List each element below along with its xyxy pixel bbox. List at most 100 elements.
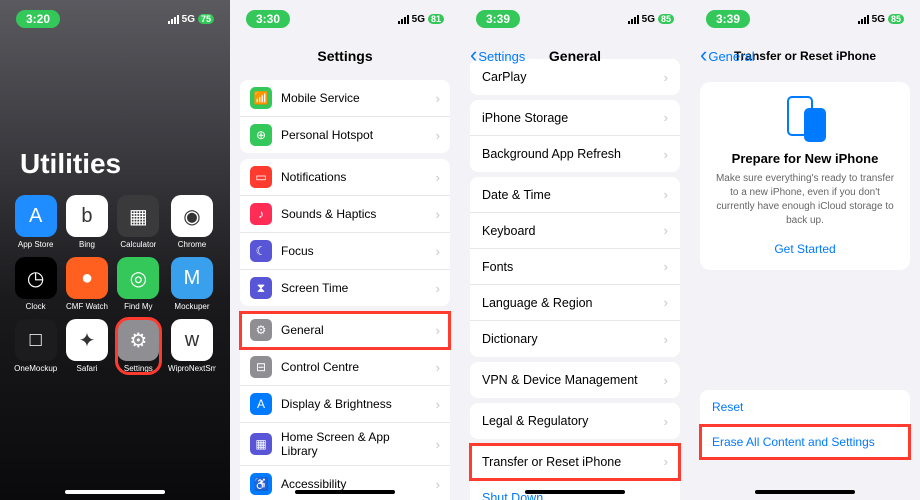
app-label: CMF Watch bbox=[66, 302, 108, 311]
chevron-right-icon: › bbox=[436, 477, 440, 492]
settings-row-focus[interactable]: ☾Focus› bbox=[240, 233, 450, 270]
app-label: Chrome bbox=[178, 240, 206, 249]
app-onemockup[interactable]: □OneMockup bbox=[14, 319, 57, 373]
general-row-transfer-or-reset-iphone[interactable]: Transfer or Reset iPhone› bbox=[470, 444, 680, 480]
row-label: Notifications bbox=[281, 170, 427, 184]
general-row-carplay[interactable]: CarPlay› bbox=[470, 59, 680, 95]
status-time: 3:39 bbox=[706, 10, 750, 28]
chevron-right-icon: › bbox=[436, 170, 440, 185]
settings-row-personal-hotspot[interactable]: ⊕Personal Hotspot› bbox=[240, 117, 450, 153]
row-icon: ⊕ bbox=[250, 124, 272, 146]
chevron-right-icon: › bbox=[664, 454, 668, 469]
status-time: 3:30 bbox=[246, 10, 290, 28]
row-label: Erase All Content and Settings bbox=[712, 435, 898, 449]
app-chrome[interactable]: ◉Chrome bbox=[168, 195, 216, 249]
app-find-my[interactable]: ◎Find My bbox=[117, 257, 160, 311]
settings-row-sounds-haptics[interactable]: ♪Sounds & Haptics› bbox=[240, 196, 450, 233]
row-label: Reset bbox=[712, 400, 898, 414]
general-row-iphone-storage[interactable]: iPhone Storage › bbox=[470, 100, 680, 136]
row-icon: ⚙ bbox=[250, 319, 272, 341]
app-safari[interactable]: ✦Safari bbox=[65, 319, 108, 373]
status-time: 3:20 bbox=[16, 10, 60, 28]
row-label: Accessibility bbox=[281, 477, 427, 491]
chevron-right-icon: › bbox=[664, 373, 668, 388]
nav-bar: Settings bbox=[230, 38, 460, 74]
chevron-right-icon: › bbox=[436, 207, 440, 222]
settings-row-mobile-service[interactable]: 📶Mobile Service› bbox=[240, 80, 450, 117]
settings-row-screen-time[interactable]: ⧗Screen Time› bbox=[240, 270, 450, 306]
app-label: Clock bbox=[26, 302, 46, 311]
action-reset[interactable]: Reset bbox=[700, 390, 910, 425]
status-right: 5G 81 bbox=[398, 14, 444, 25]
settings-row-general[interactable]: ⚙ General › bbox=[240, 312, 450, 349]
row-label: General bbox=[281, 323, 427, 337]
general-row-dictionary[interactable]: Dictionary› bbox=[470, 321, 680, 357]
battery-icon: 85 bbox=[888, 14, 904, 24]
status-time: 3:39 bbox=[476, 10, 520, 28]
home-indicator[interactable] bbox=[755, 490, 855, 494]
general-row-date-time[interactable]: Date & Time› bbox=[470, 177, 680, 213]
app-label: Settings bbox=[124, 364, 153, 373]
row-label: Screen Time bbox=[281, 281, 427, 295]
app-label: Bing bbox=[79, 240, 95, 249]
home-indicator[interactable] bbox=[525, 490, 625, 494]
app-wipronextsm-[interactable]: wWiproNextSm.. bbox=[168, 319, 216, 373]
settings-row-control-centre[interactable]: ⊟Control Centre› bbox=[240, 349, 450, 386]
get-started-button[interactable]: Get Started bbox=[712, 242, 898, 256]
row-label: Keyboard bbox=[482, 224, 655, 238]
general-list[interactable]: CarPlay› iPhone Storage › Background App Re… bbox=[460, 59, 690, 500]
app-app-store[interactable]: A App Store bbox=[14, 195, 57, 249]
chevron-right-icon: › bbox=[664, 110, 668, 125]
app-bing[interactable]: b Bing bbox=[65, 195, 108, 249]
home-indicator[interactable] bbox=[295, 490, 395, 494]
app-cmf-watch[interactable]: ● CMF Watch bbox=[65, 257, 108, 311]
app-icon: ◷ bbox=[15, 257, 57, 299]
chevron-right-icon: › bbox=[436, 281, 440, 296]
app-label: App Store bbox=[18, 240, 54, 249]
general-row-language-region[interactable]: Language & Region› bbox=[470, 285, 680, 321]
app-grid: A App Store b Bing ▦Calculator◉Chrome ◷ Clock ●… bbox=[0, 195, 230, 373]
settings-row-display-brightness[interactable]: ADisplay & Brightness› bbox=[240, 386, 450, 423]
app-icon: A bbox=[15, 195, 57, 237]
chevron-right-icon: › bbox=[664, 223, 668, 238]
app-icon: □ bbox=[15, 319, 57, 361]
settings-row-notifications[interactable]: ▭Notifications› bbox=[240, 159, 450, 196]
app-icon: ▦ bbox=[117, 195, 159, 237]
row-label: iPhone Storage bbox=[482, 111, 655, 125]
screen-settings: 3:30 5G 81 Settings 📶 Mobile Service › ⊕Per… bbox=[230, 0, 460, 500]
home-indicator[interactable] bbox=[65, 490, 165, 494]
settings-row-accessibility[interactable]: ♿Accessibility› bbox=[240, 466, 450, 500]
general-row-background-app-refresh[interactable]: Background App Refresh› bbox=[470, 136, 680, 172]
general-row-fonts[interactable]: Fonts› bbox=[470, 249, 680, 285]
app-icon: b bbox=[66, 195, 108, 237]
row-icon: 📶 bbox=[250, 87, 272, 109]
general-row-vpn-device-management[interactable]: VPN & Device Management› bbox=[470, 362, 680, 398]
settings-row-home-screen-app-library[interactable]: ▦Home Screen & App Library› bbox=[240, 423, 450, 466]
chevron-right-icon: › bbox=[664, 414, 668, 429]
row-label: Fonts bbox=[482, 260, 655, 274]
app-label: Mockuper bbox=[174, 302, 209, 311]
status-right: 5G 75 bbox=[168, 14, 214, 25]
app-icon: w bbox=[171, 319, 213, 361]
back-button[interactable]: General bbox=[700, 49, 755, 64]
app-icon: ◎ bbox=[117, 257, 159, 299]
app-clock[interactable]: ◷ Clock bbox=[14, 257, 57, 311]
general-row-legal-regulatory[interactable]: Legal & Regulatory› bbox=[470, 403, 680, 439]
app-mockuper[interactable]: MMockuper bbox=[168, 257, 216, 311]
nav-title: Transfer or Reset iPhone bbox=[734, 49, 876, 63]
screen-utilities-folder: 3:20 5G 75 Utilities AApp StorebBing▦Cal… bbox=[0, 0, 230, 500]
chevron-right-icon: › bbox=[436, 437, 440, 452]
chevron-right-icon: › bbox=[436, 323, 440, 338]
row-label: Mobile Service bbox=[281, 91, 427, 105]
app-calculator[interactable]: ▦Calculator bbox=[117, 195, 160, 249]
status-bar: 3:39 5G 85 bbox=[690, 0, 920, 38]
reset-actions-list: Reset Erase All Content and Settings bbox=[700, 390, 910, 459]
general-row-keyboard[interactable]: Keyboard › bbox=[470, 213, 680, 249]
row-icon: A bbox=[250, 393, 272, 415]
chevron-right-icon: › bbox=[436, 360, 440, 375]
action-erase-all-content-and-settings[interactable]: Erase All Content and Settings bbox=[700, 425, 910, 459]
settings-list[interactable]: 📶Mobile Service›⊕Personal Hotspot›▭Notif… bbox=[230, 80, 460, 500]
chevron-right-icon: › bbox=[436, 244, 440, 259]
app-icon: ● bbox=[66, 257, 108, 299]
app-settings[interactable]: ⚙Settings bbox=[117, 319, 160, 373]
